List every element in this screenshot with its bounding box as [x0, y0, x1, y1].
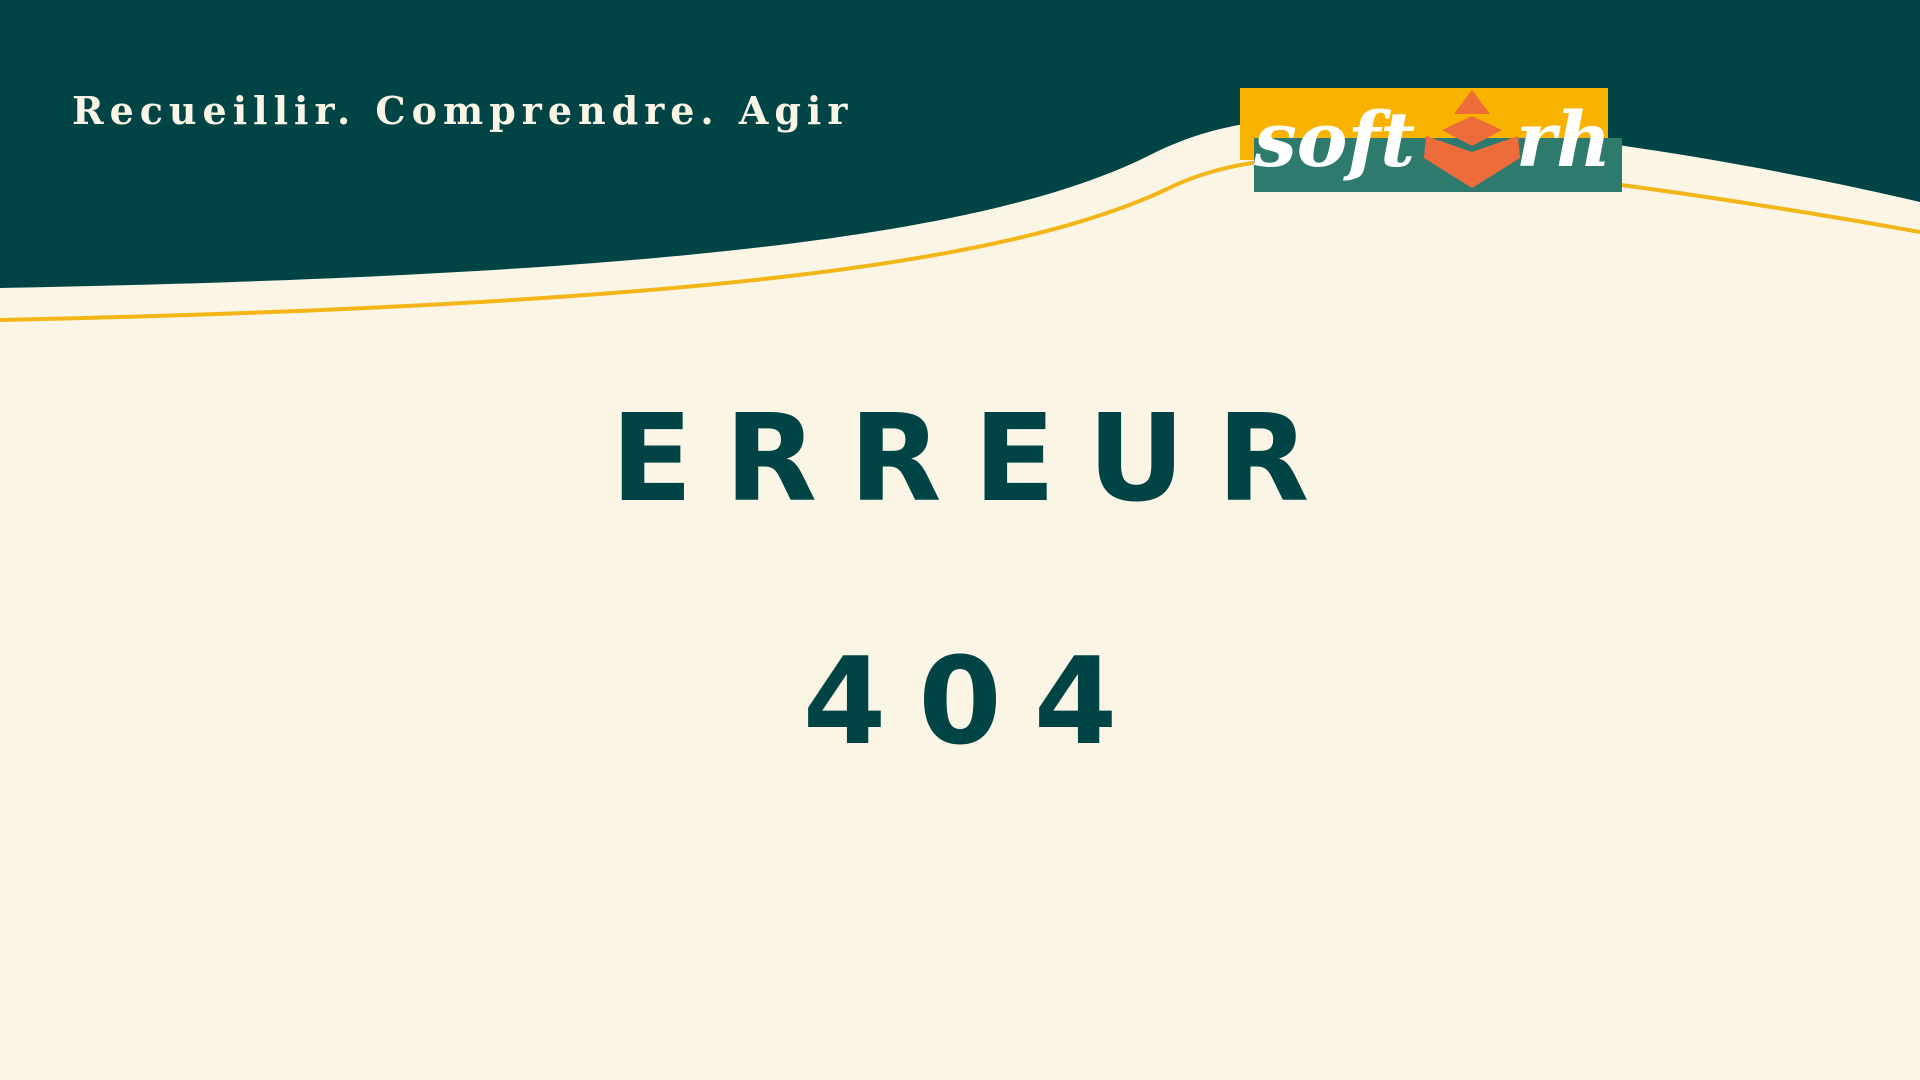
header-band	[0, 0, 1920, 288]
logo-text-soft: soft	[1253, 95, 1415, 184]
error-title: ERREUR	[610, 390, 1342, 529]
error-code: 404	[802, 633, 1150, 772]
logo-text-rh: rh	[1516, 95, 1611, 184]
softrh-logo[interactable]: soft rh	[1240, 88, 1622, 192]
tagline: Recueillir. Comprendre. Agir	[72, 88, 854, 133]
header-wave-background	[0, 0, 1920, 322]
